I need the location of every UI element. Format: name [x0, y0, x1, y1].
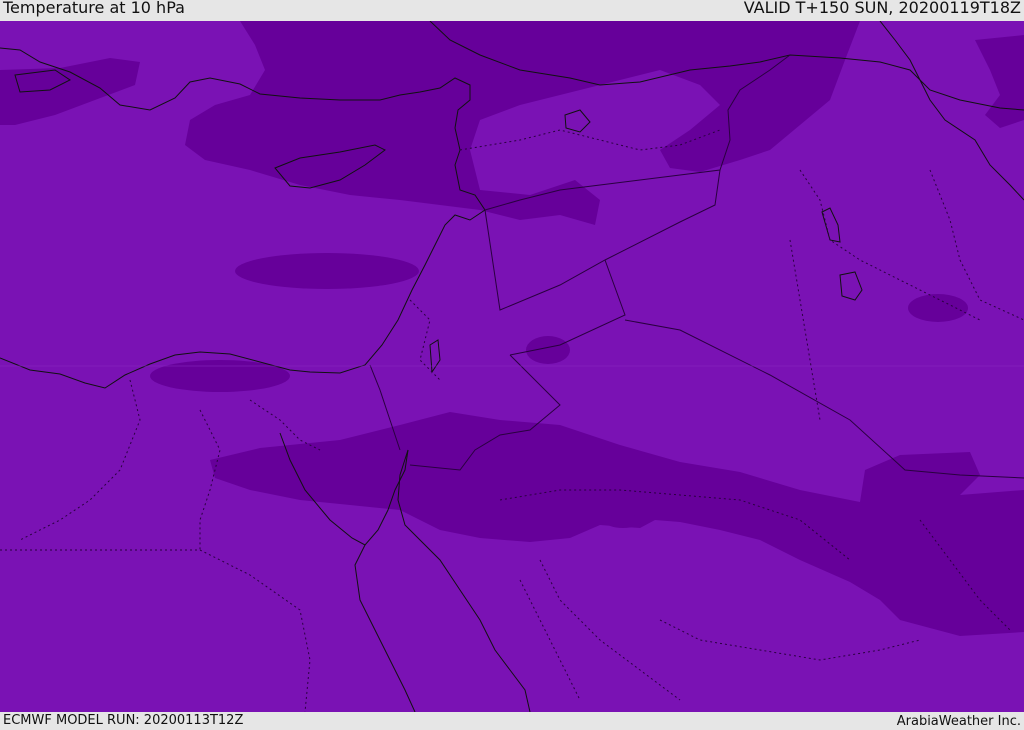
weather-map-page: Temperature at 10 hPa VALID T+150 SUN, 2…: [0, 0, 1024, 729]
contour-region-saudi-small: [605, 514, 641, 528]
contour-region-central-band: [235, 253, 419, 289]
header-bar: Temperature at 10 hPa VALID T+150 SUN, 2…: [0, 0, 1024, 21]
model-run: ECMWF MODEL RUN: 20200113T12Z: [3, 713, 244, 728]
valid-time: VALID T+150 SUN, 20200119T18Z: [743, 0, 1021, 17]
contour-region-east-small: [908, 294, 968, 322]
credit: ArabiaWeather Inc.: [896, 714, 1021, 729]
footer-bar: ECMWF MODEL RUN: 20200113T12Z ArabiaWeat…: [0, 712, 1024, 729]
map-title: Temperature at 10 hPa: [3, 0, 185, 17]
temperature-map: [0, 21, 1024, 712]
